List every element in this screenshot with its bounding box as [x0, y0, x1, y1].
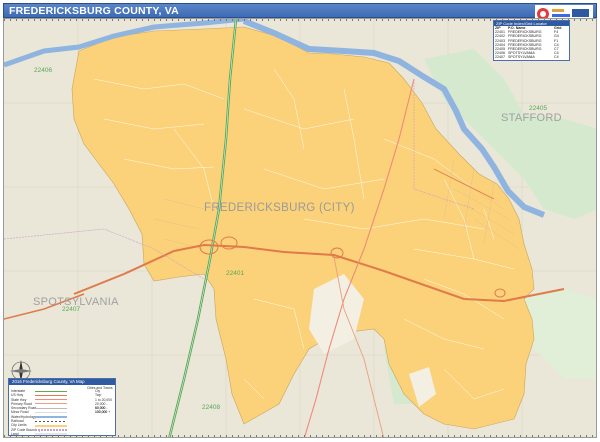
zip-label-22406: 22406	[34, 67, 53, 74]
title-bar: FREDERICKSBURG COUNTY, VA	[3, 3, 597, 23]
map-area[interactable]: FREDERICKSBURG (CITY) STAFFORD SPOTSYLVA…	[3, 18, 597, 438]
map-poster: FREDERICKSBURG COUNTY, VA FREDERICKSBURG…	[0, 0, 600, 442]
map-legend: 2016 Fredericksburg County, VA Map Citie…	[8, 378, 116, 436]
legend-row: Land	[9, 432, 115, 436]
map-canvas	[4, 19, 596, 437]
zip-label-22401: 22401	[226, 270, 245, 277]
zip-index-table: ZIP Code Index/Grid Locator ZIP P.O. Nam…	[493, 20, 570, 61]
stafford-label: STAFFORD	[501, 112, 562, 124]
zip-label-22408: 22408	[202, 404, 221, 411]
map-title: FREDERICKSBURG COUNTY, VA	[9, 5, 179, 17]
zip-label-22407: 22407	[62, 306, 81, 313]
zip-index-row: 22407 SPOTSYLVANIA C4	[495, 55, 559, 60]
city-label: FREDERICKSBURG (CITY)	[204, 202, 355, 214]
zip-label-22405: 22405	[529, 105, 548, 112]
